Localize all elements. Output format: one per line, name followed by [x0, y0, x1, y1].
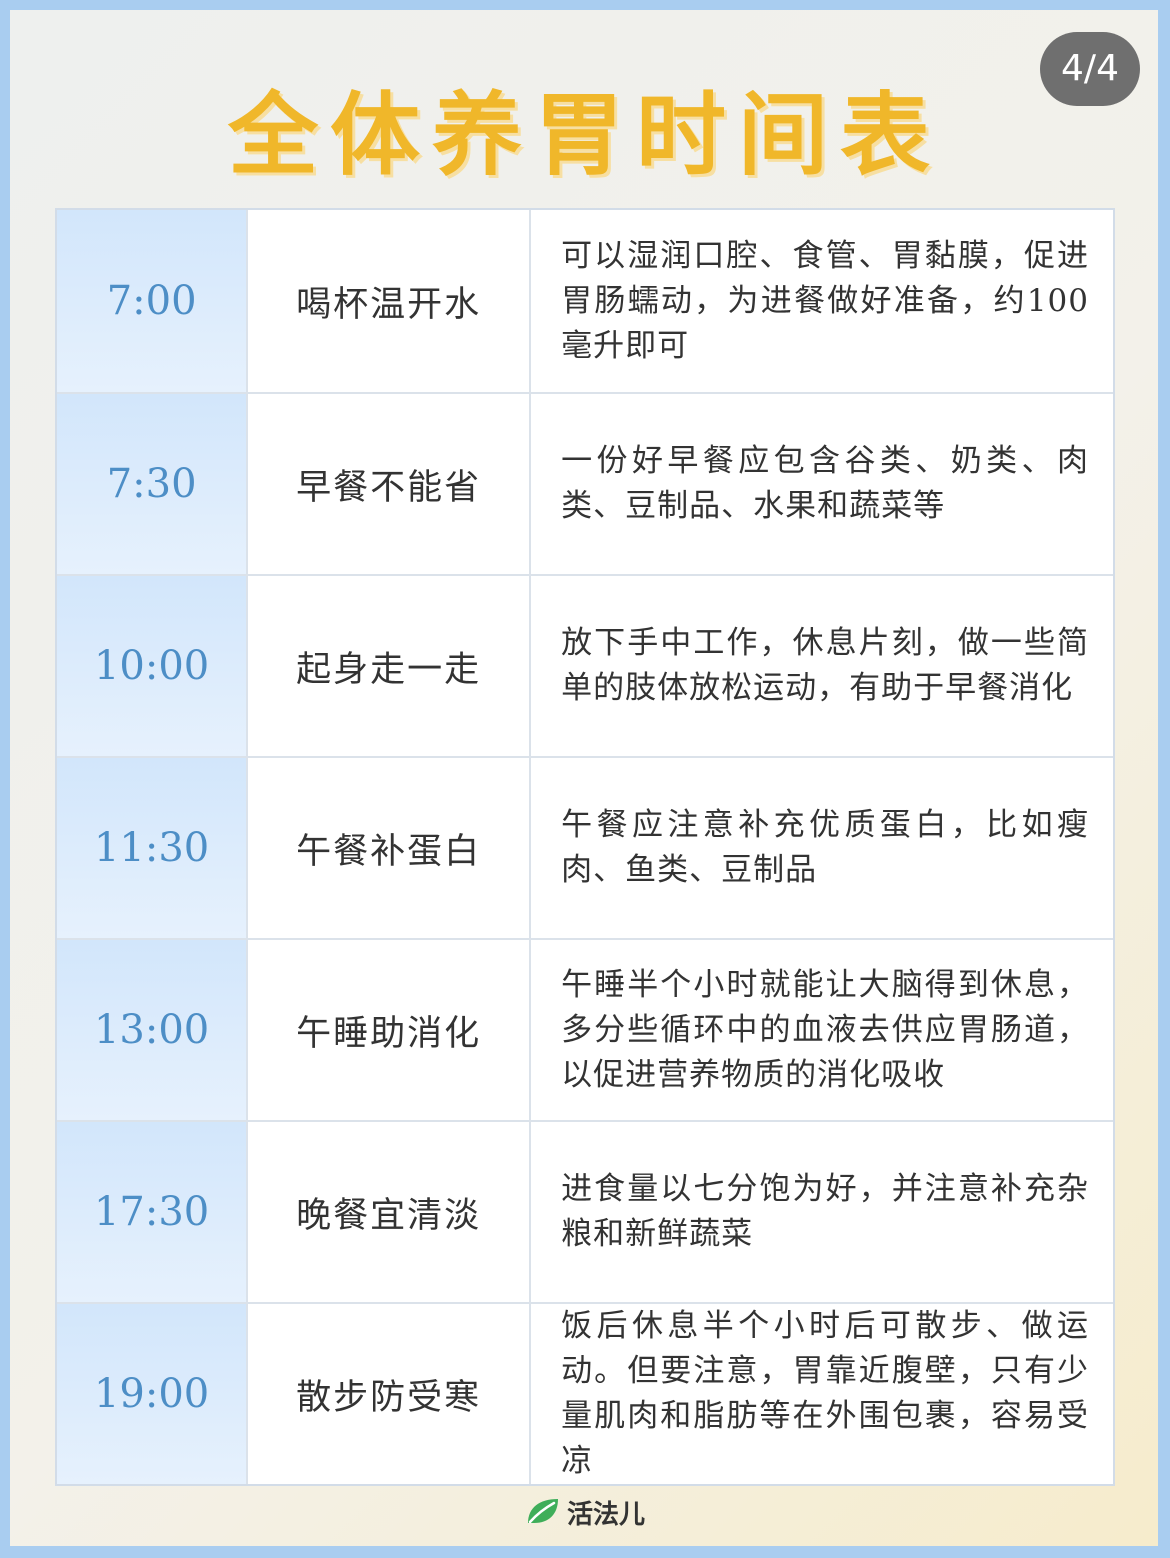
time-cell: 7:00 — [57, 210, 247, 392]
activity-cell: 晚餐宜清淡 — [248, 1122, 530, 1302]
table-row: 10:00 起身走一走 放下手中工作，休息片刻，做一些简单的肢体放松运动，有助于… — [57, 576, 1113, 756]
time-cell: 13:00 — [57, 940, 247, 1120]
brand-name: 活法儿 — [566, 1500, 645, 1530]
time-cell: 19:00 — [57, 1304, 247, 1484]
time-cell: 10:00 — [57, 576, 247, 756]
activity-cell: 午睡助消化 — [248, 940, 530, 1120]
page-title: 全体养胃时间表 — [228, 83, 942, 188]
time-cell: 11:30 — [57, 758, 247, 938]
time-cell: 7:30 — [57, 394, 247, 574]
schedule-table: 7:00 喝杯温开水 可以湿润口腔、食管、胃黏膜，促进胃肠蠕动，为进餐做好准备，… — [55, 208, 1115, 1486]
table-row: 17:30 晚餐宜清淡 进食量以七分饱为好，并注意补充杂粮和新鲜蔬菜 — [57, 1122, 1113, 1302]
description-cell: 午餐应注意补充优质蛋白，比如瘦肉、鱼类、豆制品 — [531, 758, 1113, 938]
description-cell: 一份好早餐应包含谷类、奶类、肉类、豆制品、水果和蔬菜等 — [531, 394, 1113, 574]
activity-cell: 喝杯温开水 — [248, 210, 530, 392]
description-cell: 放下手中工作，休息片刻，做一些简单的肢体放松运动，有助于早餐消化 — [531, 576, 1113, 756]
activity-cell: 散步防受寒 — [248, 1304, 530, 1484]
table-row: 13:00 午睡助消化 午睡半个小时就能让大脑得到休息，多分些循环中的血液去供应… — [57, 940, 1113, 1120]
time-cell: 17:30 — [57, 1122, 247, 1302]
table-row: 7:00 喝杯温开水 可以湿润口腔、食管、胃黏膜，促进胃肠蠕动，为进餐做好准备，… — [57, 210, 1113, 392]
leaf-icon — [525, 1496, 561, 1530]
footer-brand: 活法儿 — [0, 1494, 1170, 1531]
description-cell: 饭后休息半个小时后可散步、做运动。但要注意，胃靠近腹壁，只有少量肌肉和脂肪等在外… — [531, 1304, 1113, 1484]
description-cell: 午睡半个小时就能让大脑得到休息，多分些循环中的血液去供应胃肠道，以促进营养物质的… — [531, 940, 1113, 1120]
description-cell: 进食量以七分饱为好，并注意补充杂粮和新鲜蔬菜 — [531, 1122, 1113, 1302]
activity-cell: 早餐不能省 — [248, 394, 530, 574]
table-row: 11:30 午餐补蛋白 午餐应注意补充优质蛋白，比如瘦肉、鱼类、豆制品 — [57, 758, 1113, 938]
activity-cell: 起身走一走 — [248, 576, 530, 756]
description-cell: 可以湿润口腔、食管、胃黏膜，促进胃肠蠕动，为进餐做好准备，约100毫升即可 — [531, 210, 1113, 392]
activity-cell: 午餐补蛋白 — [248, 758, 530, 938]
table-row: 7:30 早餐不能省 一份好早餐应包含谷类、奶类、肉类、豆制品、水果和蔬菜等 — [57, 394, 1113, 574]
table-row: 19:00 散步防受寒 饭后休息半个小时后可散步、做运动。但要注意，胃靠近腹壁，… — [57, 1304, 1113, 1484]
